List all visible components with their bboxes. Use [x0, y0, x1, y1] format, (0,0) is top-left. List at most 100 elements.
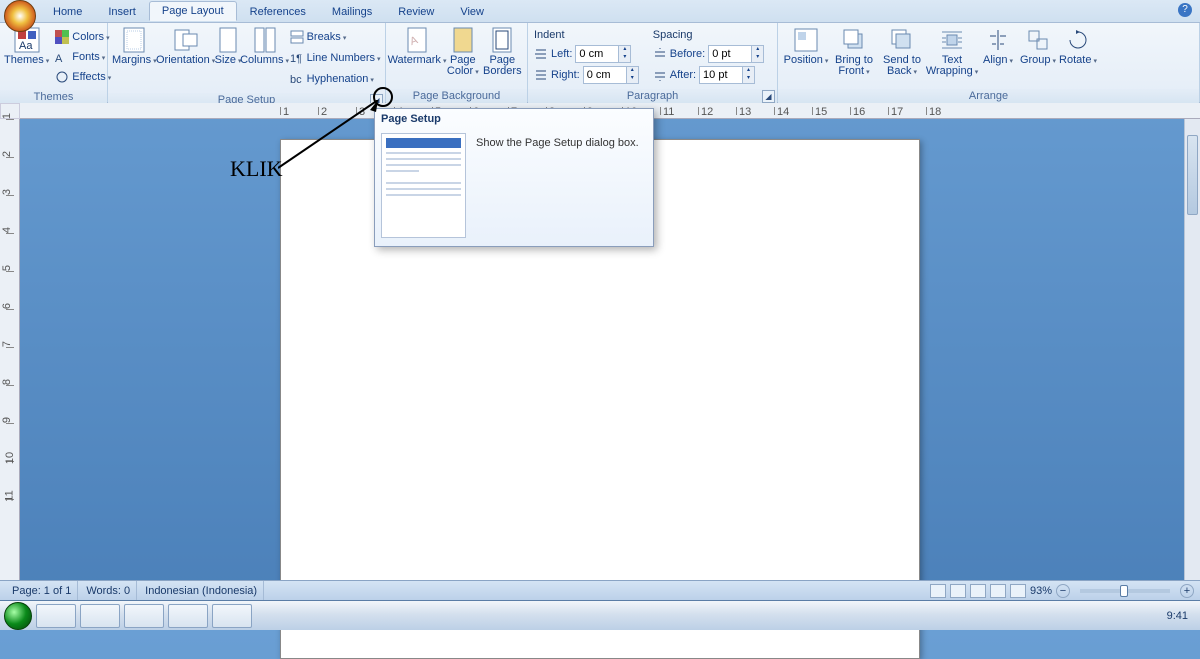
hyphenation-button[interactable]: bcHyphenation: [290, 69, 381, 89]
tab-page-layout[interactable]: Page Layout: [149, 1, 237, 21]
view-draft[interactable]: [1010, 584, 1026, 598]
start-button[interactable]: [4, 602, 32, 630]
taskbar-item-5[interactable]: [212, 604, 252, 628]
taskbar-item-2[interactable]: [80, 604, 120, 628]
group-label-themes: Themes: [0, 90, 107, 104]
svg-text:bc: bc: [290, 74, 302, 86]
tab-references[interactable]: References: [237, 2, 319, 21]
group-button[interactable]: Group: [1018, 25, 1058, 87]
tooltip-thumbnail: [381, 133, 466, 238]
page-color-button[interactable]: Page Color: [444, 25, 482, 87]
status-page[interactable]: Page: 1 of 1: [6, 581, 78, 600]
group-themes: Aa Themes Colors AFonts Effects Themes: [0, 23, 108, 102]
indent-label: Indent: [534, 29, 639, 41]
group-label-page-background: Page Background: [386, 89, 527, 103]
align-button[interactable]: Align: [978, 25, 1018, 87]
status-bar: Page: 1 of 1 Words: 0 Indonesian (Indone…: [0, 580, 1200, 600]
zoom-level[interactable]: 93%: [1030, 585, 1052, 597]
tooltip: Page Setup Show the Page Setup dialog bo…: [374, 108, 654, 247]
themes-button[interactable]: Aa Themes: [4, 25, 49, 87]
taskbar-item-4[interactable]: [168, 604, 208, 628]
spin-up[interactable]: ▴: [618, 46, 630, 54]
group-page-background: AWatermark Page Color Page Borders Page …: [386, 23, 528, 102]
help-icon[interactable]: ?: [1178, 3, 1192, 17]
tray-clock[interactable]: 9:41: [1167, 610, 1188, 622]
office-button[interactable]: [4, 0, 36, 32]
view-outline[interactable]: [990, 584, 1006, 598]
group-label-paragraph: Paragraph◢: [528, 89, 777, 103]
group-arrange: Position Bring to Front Send to Back Tex…: [778, 23, 1200, 102]
svg-text:1¶: 1¶: [290, 53, 302, 65]
spacing-after-icon: [653, 68, 667, 82]
size-button[interactable]: Size: [215, 25, 242, 87]
indent-right-input[interactable]: [584, 67, 626, 83]
zoom-out[interactable]: −: [1056, 584, 1070, 598]
page-borders-button[interactable]: Page Borders: [482, 25, 523, 87]
rotate-button[interactable]: Rotate: [1058, 25, 1098, 87]
view-web-layout[interactable]: [970, 584, 986, 598]
spacing-label: Spacing: [653, 29, 764, 41]
scrollbar-thumb[interactable]: [1187, 135, 1198, 215]
paragraph-dialog-launcher[interactable]: ◢: [762, 90, 775, 103]
fonts-icon: A: [55, 50, 69, 64]
tab-insert[interactable]: Insert: [95, 2, 149, 21]
view-full-screen[interactable]: [950, 584, 966, 598]
tooltip-description: Show the Page Setup dialog box.: [476, 133, 647, 149]
vertical-scrollbar[interactable]: [1184, 119, 1200, 583]
spacing-before-input[interactable]: [709, 46, 751, 62]
tab-review[interactable]: Review: [385, 2, 447, 21]
indent-right-row: Right:▴▾: [534, 65, 639, 85]
indent-left-row: Left:▴▾: [534, 44, 639, 64]
colors-icon: [55, 30, 69, 44]
tooltip-title: Page Setup: [375, 109, 653, 129]
spacing-after-row: After:▴▾: [653, 65, 764, 85]
send-to-back-button[interactable]: Send to Back: [878, 25, 926, 87]
group-paragraph: Indent Left:▴▾ Right:▴▾ Spacing Before:▴…: [528, 23, 778, 102]
svg-text:A: A: [55, 53, 63, 64]
taskbar-item-3[interactable]: [124, 604, 164, 628]
ribbon-tabs: Home Insert Page Layout References Maili…: [0, 0, 1200, 22]
ribbon: Aa Themes Colors AFonts Effects Themes M…: [0, 22, 1200, 102]
svg-text:Aa: Aa: [19, 40, 33, 52]
ribbon-area: Home Insert Page Layout References Maili…: [0, 0, 1200, 103]
breaks-icon: [290, 30, 304, 44]
annotation-arrow: [278, 100, 386, 170]
margins-button[interactable]: Margins: [112, 25, 157, 87]
view-print-layout[interactable]: [930, 584, 946, 598]
spacing-before-icon: [653, 47, 667, 61]
spacing-before-row: Before:▴▾: [653, 44, 764, 64]
position-button[interactable]: Position: [782, 25, 830, 87]
tab-mailings[interactable]: Mailings: [319, 2, 385, 21]
status-language[interactable]: Indonesian (Indonesia): [139, 581, 264, 600]
line-numbers-button[interactable]: 1¶Line Numbers: [290, 48, 381, 68]
windows-taskbar: 9:41: [0, 600, 1200, 630]
zoom-slider[interactable]: [1080, 589, 1170, 593]
group-label-arrange: Arrange: [778, 89, 1199, 103]
indent-left-icon: [534, 47, 548, 61]
system-tray[interactable]: 9:41: [1167, 610, 1196, 622]
columns-button[interactable]: Columns: [242, 25, 288, 87]
zoom-handle[interactable]: [1120, 585, 1128, 597]
spin-down[interactable]: ▾: [618, 54, 630, 62]
hyphenation-icon: bc: [290, 72, 304, 86]
breaks-button[interactable]: Breaks: [290, 27, 381, 47]
zoom-in[interactable]: +: [1180, 584, 1194, 598]
annotation-text: KLIK: [230, 156, 283, 182]
indent-left-input[interactable]: [576, 46, 618, 62]
theme-fonts[interactable]: AFonts: [55, 47, 111, 66]
watermark-button[interactable]: AWatermark: [390, 25, 444, 87]
line-numbers-icon: 1¶: [290, 51, 304, 65]
bring-to-front-button[interactable]: Bring to Front: [830, 25, 878, 87]
vertical-ruler[interactable]: 1234567891011: [0, 119, 20, 583]
spacing-after-input[interactable]: [700, 67, 742, 83]
annotation-circle: [373, 87, 393, 107]
orientation-button[interactable]: Orientation: [157, 25, 215, 87]
theme-colors[interactable]: Colors: [55, 27, 111, 46]
theme-effects[interactable]: Effects: [55, 67, 111, 86]
tab-view[interactable]: View: [447, 2, 497, 21]
status-words[interactable]: Words: 0: [80, 581, 137, 600]
tab-home[interactable]: Home: [40, 2, 95, 21]
indent-right-icon: [534, 68, 548, 82]
text-wrapping-button[interactable]: Text Wrapping: [926, 25, 978, 87]
taskbar-item-1[interactable]: [36, 604, 76, 628]
